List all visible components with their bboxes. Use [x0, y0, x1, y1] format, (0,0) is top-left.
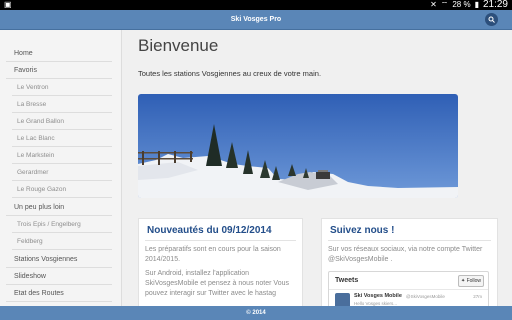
clock: 21:29 — [482, 0, 508, 10]
sidebar-item-le-markstein[interactable]: Le Markstein — [12, 146, 112, 164]
twitter-bird-icon: ✦ — [460, 278, 466, 284]
app-notification-icon: ▣ — [4, 0, 12, 9]
status-bar: ▣ ✕ ⌔ 28 % ▮ 21:29 — [0, 0, 512, 10]
news-line-1: Les préparatifs sont en cours pour la sa… — [145, 246, 281, 253]
news-divider — [145, 240, 296, 241]
social-line-1: Sur vos réseaux sociaux, via notre compt… — [328, 246, 483, 253]
main-content: Bienvenue Toutes les stations Vosgiennes… — [122, 30, 512, 306]
sidebar-item-home[interactable]: Home — [6, 44, 112, 62]
close-notification-icon: ✕ — [430, 0, 437, 9]
sidebar-item-gerardmer[interactable]: Gerardmer — [12, 163, 112, 181]
news-title: Nouveautés du 09/12/2014 — [147, 225, 272, 236]
search-button[interactable] — [485, 13, 498, 26]
news-line-4: SkiVosgesMobile et pensez à nous noter V… — [145, 280, 289, 287]
sidebar-item-favoris[interactable]: Favoris — [6, 61, 112, 79]
footer: © 2014 — [0, 306, 512, 320]
sidebar-item-feldberg[interactable]: Feldberg — [12, 232, 112, 250]
battery-icon: ▮ — [474, 0, 479, 9]
battery-percent: 28 % — [452, 0, 471, 9]
twitter-follow-button[interactable]: ✦ Follow — [458, 275, 484, 287]
sidebar-item-etat-des-routes[interactable]: Etat des Routes — [6, 284, 112, 302]
sidebar: Home Favoris Le Ventron La Bresse Le Gra… — [0, 30, 122, 306]
sidebar-item-engelberg[interactable]: Trois Epis / Engelberg — [12, 215, 112, 233]
social-line-2: @SkiVosgesMobile . — [328, 256, 393, 263]
app-header: Ski Vosges Pro — [0, 10, 512, 30]
twitter-widget-title: Tweets — [335, 277, 359, 284]
sidebar-item-le-rouge-gazon[interactable]: Le Rouge Gazon — [12, 180, 112, 198]
wifi-icon: ⌔ — [440, 0, 449, 9]
sidebar-item-le-lac-blanc[interactable]: Le Lac Blanc — [12, 129, 112, 147]
social-divider — [328, 240, 491, 241]
sidebar-item-slideshow[interactable]: Slideshow — [6, 267, 112, 285]
search-icon — [488, 16, 495, 23]
hero-image — [138, 94, 458, 198]
twitter-widget-divider — [329, 289, 488, 290]
avatar — [335, 293, 350, 306]
sidebar-item-stations-vosgiennes[interactable]: Stations Vosgiennes — [6, 249, 112, 268]
tagline: Toutes les stations Vosgiennes au creux … — [138, 69, 322, 78]
news-line-3: Sur Android, installez l'application — [145, 270, 250, 277]
sidebar-item-le-grand-ballon[interactable]: Le Grand Ballon — [12, 112, 112, 130]
page-title: Bienvenue — [138, 36, 219, 55]
tweet-handle[interactable]: @SkiVosgesMobile — [406, 294, 445, 299]
social-title: Suivez nous ! — [330, 225, 395, 236]
news-line-5: pouvez interagir sur Twitter avec le has… — [145, 290, 276, 297]
tweet-age: 27m — [473, 294, 482, 299]
news-line-2: 2014/2015. — [145, 256, 181, 263]
app-title: Ski Vosges Pro — [230, 16, 282, 23]
tweet-author[interactable]: Ski Vosges Mobile — [354, 293, 402, 299]
social-card: Suivez nous ! Sur vos réseaux sociaux, v… — [321, 218, 498, 306]
sidebar-item-le-ventron[interactable]: Le Ventron — [12, 78, 112, 96]
sidebar-item-la-bresse[interactable]: La Bresse — [12, 95, 112, 113]
twitter-widget[interactable]: Tweets ✦ Follow Ski Vosges Mobile @SkiVo… — [328, 271, 489, 306]
sidebar-item-un-peu-plus-loin[interactable]: Un peu plus loin — [6, 197, 112, 216]
news-card: Nouveautés du 09/12/2014 Les préparatifs… — [138, 218, 303, 306]
